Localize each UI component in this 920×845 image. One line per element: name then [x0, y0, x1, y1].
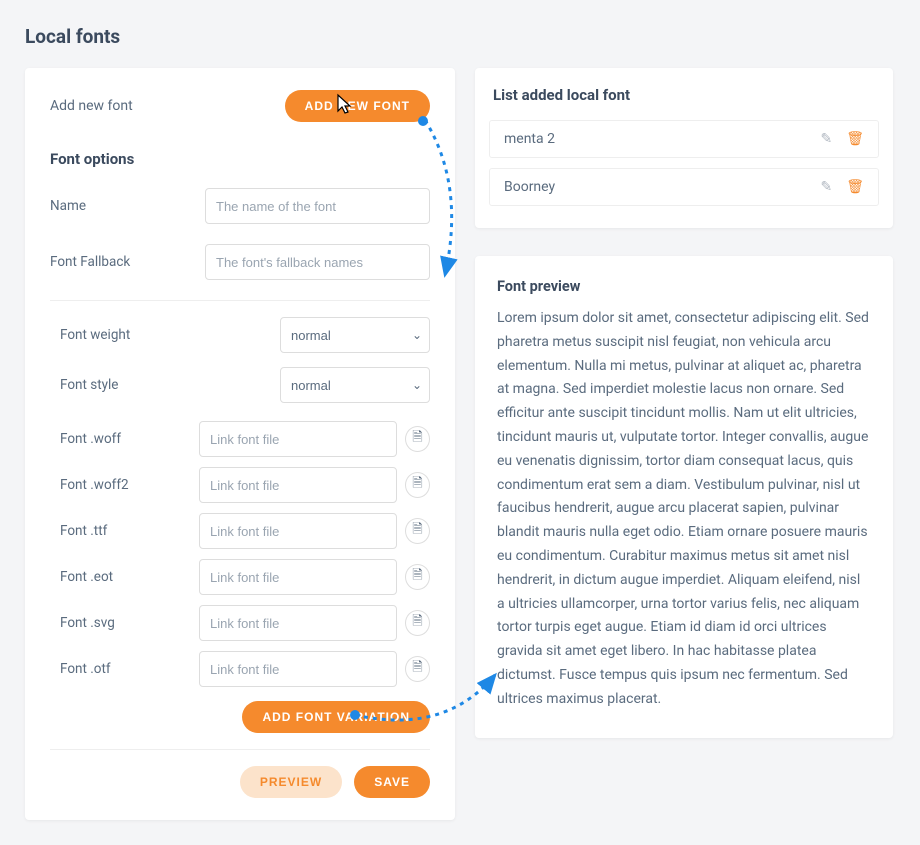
font-file-row: Font .ttf 🗎 — [60, 513, 430, 549]
font-format-label: Font .otf — [60, 661, 199, 677]
font-list-item: Boorney ✎ 🗑 — [489, 168, 879, 206]
font-file-input-ttf[interactable] — [199, 513, 397, 549]
edit-icon[interactable]: ✎ — [820, 179, 832, 195]
add-font-variation-button[interactable]: ADD FONT VARIATION — [242, 701, 430, 733]
font-options-heading: Font options — [50, 150, 430, 168]
fallback-input[interactable] — [205, 244, 430, 280]
font-file-row: Font .otf 🗎 — [60, 651, 430, 687]
edit-icon[interactable]: ✎ — [820, 131, 832, 147]
page-title: Local fonts — [25, 25, 895, 48]
divider — [50, 300, 430, 301]
font-file-input-woff[interactable] — [199, 421, 397, 457]
file-icon: 🗎 — [412, 612, 422, 634]
preview-text: Lorem ipsum dolor sit amet, consectetur … — [497, 307, 871, 712]
file-icon: 🗎 — [412, 428, 422, 450]
annotation-dot — [418, 116, 428, 126]
font-file-row: Font .svg 🗎 — [60, 605, 430, 641]
browse-file-button[interactable]: 🗎 — [405, 426, 430, 452]
font-file-input-svg[interactable] — [199, 605, 397, 641]
font-file-row: Font .woff 🗎 — [60, 421, 430, 457]
list-heading: List added local font — [489, 86, 879, 104]
divider — [50, 749, 430, 750]
font-format-label: Font .svg — [60, 615, 199, 631]
font-format-label: Font .woff2 — [60, 477, 199, 493]
preview-heading: Font preview — [497, 278, 871, 295]
delete-icon[interactable]: 🗑 — [846, 131, 864, 147]
preview-button[interactable]: PREVIEW — [240, 766, 342, 798]
add-font-label: Add new font — [50, 98, 133, 114]
add-new-font-button[interactable]: ADD NEW FONT — [285, 90, 430, 122]
browse-file-button[interactable]: 🗎 — [405, 518, 430, 544]
font-settings-panel: Add new font ADD NEW FONT Font options N… — [25, 68, 455, 820]
file-icon: 🗎 — [412, 658, 422, 680]
browse-file-button[interactable]: 🗎 — [405, 610, 430, 636]
weight-select[interactable]: normal — [280, 317, 430, 353]
delete-icon[interactable]: 🗑 — [846, 179, 864, 195]
file-icon: 🗎 — [412, 520, 422, 542]
style-label: Font style — [60, 377, 205, 393]
font-list-item: menta 2 ✎ 🗑 — [489, 120, 879, 158]
save-button[interactable]: SAVE — [354, 766, 430, 798]
font-format-label: Font .ttf — [60, 523, 199, 539]
browse-file-button[interactable]: 🗎 — [405, 656, 430, 682]
font-preview-panel: Font preview Lorem ipsum dolor sit amet,… — [475, 256, 893, 738]
variation-block: Font weight normal ⌄ Font style normal ⌄ — [50, 317, 430, 733]
annotation-dot — [350, 710, 360, 720]
font-file-input-otf[interactable] — [199, 651, 397, 687]
font-item-name: Boorney — [504, 179, 555, 195]
browse-file-button[interactable]: 🗎 — [405, 564, 430, 590]
font-format-label: Font .woff — [60, 431, 199, 447]
style-select[interactable]: normal — [280, 367, 430, 403]
font-file-row: Font .eot 🗎 — [60, 559, 430, 595]
font-file-row: Font .woff2 🗎 — [60, 467, 430, 503]
file-icon: 🗎 — [412, 474, 422, 496]
local-fonts-list-panel: List added local font menta 2 ✎ 🗑 Boorne… — [475, 68, 893, 228]
font-file-input-eot[interactable] — [199, 559, 397, 595]
browse-file-button[interactable]: 🗎 — [405, 472, 430, 498]
font-file-input-woff2[interactable] — [199, 467, 397, 503]
font-item-name: menta 2 — [504, 131, 555, 147]
fallback-label: Font Fallback — [50, 254, 205, 270]
file-icon: 🗎 — [412, 566, 422, 588]
name-label: Name — [50, 198, 205, 214]
name-input[interactable] — [205, 188, 430, 224]
weight-label: Font weight — [60, 327, 205, 343]
font-format-label: Font .eot — [60, 569, 199, 585]
